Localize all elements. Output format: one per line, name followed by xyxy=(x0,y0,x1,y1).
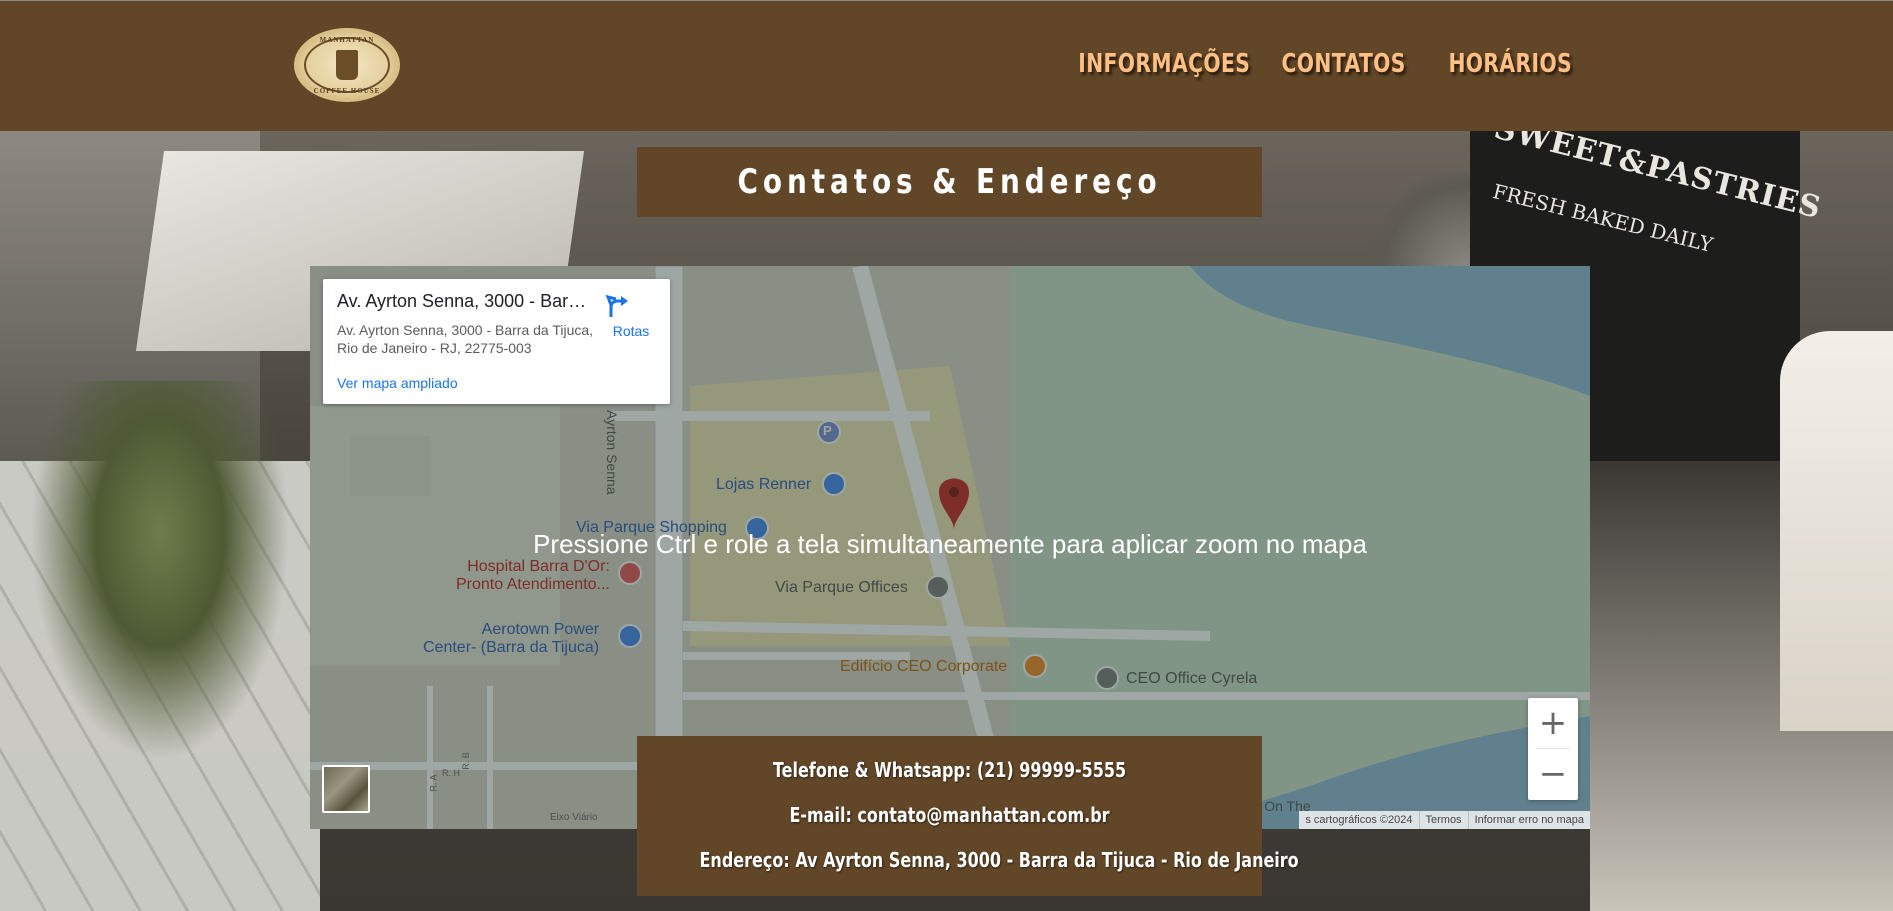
zoom-in-button[interactable]: + xyxy=(1528,698,1578,748)
map-report-error-link[interactable]: Informar erro no mapa xyxy=(1467,811,1590,829)
contact-info-box: Telefone & Whatsapp: (21) 99999-5555 E-m… xyxy=(637,736,1299,896)
larger-map-link[interactable]: Ver mapa ampliado xyxy=(337,375,458,391)
nav-item-contatos[interactable]: CONTATOS xyxy=(1282,49,1406,79)
map-terms-link[interactable]: Termos xyxy=(1418,811,1468,829)
map-zoom-control: + − xyxy=(1528,698,1578,800)
background-plant xyxy=(30,381,290,761)
zoom-out-button[interactable]: − xyxy=(1528,749,1578,799)
main-nav: INFORMAÇÕES CONTATOS HORÁRIOS xyxy=(1054,49,1590,79)
map-zoom-hint: Pressione Ctrl e role a tela simultaneam… xyxy=(533,529,1367,559)
satellite-toggle-thumbnail[interactable] xyxy=(322,765,370,813)
section-title-box: Contatos & Endereço xyxy=(637,147,1262,217)
directions-button[interactable]: Rotas xyxy=(605,293,657,339)
contact-phone: Telefone & Whatsapp: (21) 99999-5555 xyxy=(772,758,1127,782)
directions-label: Rotas xyxy=(612,323,650,339)
map-place-card: Av. Ayrton Senna, 3000 - Barra... Av. Ay… xyxy=(323,279,670,404)
logo-top-text: MANHATTAN xyxy=(319,36,375,44)
coffee-cup-icon xyxy=(336,50,358,80)
site-header: MANHATTAN COFFEE HOUSE INFORMAÇÕES CONTA… xyxy=(0,0,1893,131)
place-title: Av. Ayrton Senna, 3000 - Barra... xyxy=(337,291,587,311)
site-logo[interactable]: MANHATTAN COFFEE HOUSE xyxy=(294,28,400,102)
directions-icon xyxy=(605,293,644,319)
nav-item-horarios[interactable]: HORÁRIOS xyxy=(1449,49,1573,79)
map-data-credit: s cartográficos ©2024 xyxy=(1305,814,1413,826)
contact-email: E-mail: contato@manhattan.com.br xyxy=(789,803,1110,827)
contact-address: Endereço: Av Ayrton Senna, 3000 - Barra … xyxy=(699,848,1299,872)
map-attribution: s cartográficos ©2024 Termos Informar er… xyxy=(1299,811,1590,829)
background-barista xyxy=(1780,331,1893,731)
logo-bottom-text: COFFEE HOUSE xyxy=(313,87,381,95)
place-address: Av. Ayrton Senna, 3000 - Barra da Tijuca… xyxy=(337,322,594,356)
nav-item-informacoes[interactable]: INFORMAÇÕES xyxy=(1078,49,1250,79)
page-title: Contatos & Endereço xyxy=(737,162,1162,202)
